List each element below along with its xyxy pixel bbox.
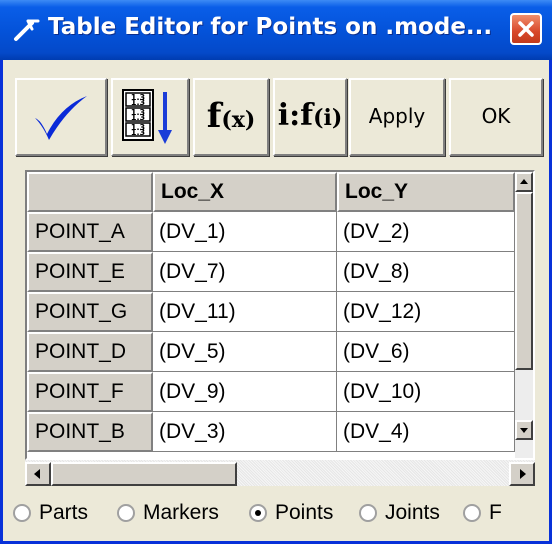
accept-button[interactable] [15, 78, 107, 156]
close-button[interactable] [510, 13, 542, 45]
scroll-left-button[interactable] [25, 462, 51, 486]
points-table[interactable]: Loc_X Loc_Y POINT_A (DV_1) (DV_2) POINT_… [25, 170, 535, 460]
checkmark-icon [35, 96, 87, 140]
function-button-label: f(x) [206, 96, 256, 136]
scroll-right-button[interactable] [509, 462, 535, 486]
table-editor-window: Table Editor for Points on .mode... 1.3 … [0, 0, 552, 544]
table-row: POINT_E (DV_7) (DV_8) [27, 252, 515, 292]
radio-label: Parts [39, 501, 89, 524]
arrow-left-icon [34, 469, 40, 479]
title-bar[interactable]: Table Editor for Points on .mode... [0, 0, 552, 60]
table-row: POINT_A (DV_1) (DV_2) [27, 212, 515, 252]
arrow-right-icon [520, 469, 526, 479]
loc-y-cell[interactable]: (DV_2) [337, 212, 515, 252]
column-header-loc-x[interactable]: Loc_X [153, 172, 337, 212]
radio-label: Points [275, 501, 334, 524]
index-function-button[interactable]: i:f(i) [273, 78, 347, 156]
loc-y-cell[interactable]: (DV_6) [337, 332, 515, 372]
row-header[interactable]: POINT_F [27, 372, 153, 412]
corner-header-cell[interactable] [27, 172, 153, 212]
radio-button[interactable] [359, 504, 377, 522]
apply-button[interactable]: Apply [349, 78, 445, 156]
horizontal-scroll-thumb[interactable] [51, 462, 237, 486]
close-icon [518, 21, 534, 37]
loc-x-cell[interactable]: (DV_11) [153, 292, 337, 332]
table-row: POINT_D (DV_5) (DV_6) [27, 332, 515, 372]
scroll-up-button[interactable] [515, 172, 533, 192]
table-row: POINT_G (DV_11) (DV_12) [27, 292, 515, 332]
window-title: Table Editor for Points on .mode... [48, 14, 493, 40]
row-header[interactable]: POINT_E [27, 252, 153, 292]
loc-x-cell[interactable]: (DV_5) [153, 332, 337, 372]
loc-y-cell[interactable]: (DV_8) [337, 252, 515, 292]
svg-text:1.3: 1.3 [131, 98, 145, 107]
horizontal-scrollbar[interactable] [25, 460, 535, 486]
loc-x-cell[interactable]: (DV_9) [153, 372, 337, 412]
table-row: POINT_B (DV_3) (DV_4) [27, 412, 515, 452]
ok-button-label: OK [481, 104, 511, 128]
index-function-button-label: i:f(i) [277, 98, 343, 133]
apply-button-label: Apply [368, 104, 426, 128]
scroll-down-button[interactable] [515, 420, 533, 440]
loc-x-cell[interactable]: (DV_7) [153, 252, 337, 292]
radio-button[interactable] [463, 504, 481, 522]
tool-icon [14, 19, 40, 41]
radio-label: Markers [143, 501, 219, 524]
function-button[interactable]: f(x) [193, 78, 269, 156]
row-header[interactable]: POINT_D [27, 332, 153, 372]
table-row: POINT_F (DV_9) (DV_10) [27, 372, 515, 412]
radio-button[interactable] [117, 504, 135, 522]
column-header-loc-y[interactable]: Loc_Y [337, 172, 515, 212]
vertical-scrollbar[interactable] [515, 172, 533, 458]
radio-label: F [489, 501, 502, 524]
svg-text:1.3: 1.3 [131, 128, 145, 137]
radio-button[interactable] [13, 504, 31, 522]
loc-y-cell[interactable]: (DV_10) [337, 372, 515, 412]
svg-text:1.3: 1.3 [131, 113, 145, 122]
radio-label: Joints [385, 501, 440, 524]
loc-y-cell[interactable]: (DV_4) [337, 412, 515, 452]
loc-y-cell[interactable]: (DV_12) [337, 292, 515, 332]
row-header[interactable]: POINT_B [27, 412, 153, 452]
sort-button[interactable]: 1.3 1.3 1.3 1.3 1.3 1.3 [111, 78, 189, 156]
arrow-up-icon [520, 179, 528, 184]
column-sort-icon: 1.3 1.3 1.3 1.3 1.3 1.3 [122, 89, 172, 144]
arrow-down-icon [520, 428, 528, 433]
row-header[interactable]: POINT_A [27, 212, 153, 252]
radio-button-selected[interactable] [249, 504, 267, 522]
loc-x-cell[interactable]: (DV_1) [153, 212, 337, 252]
loc-x-cell[interactable]: (DV_3) [153, 412, 337, 452]
vertical-scroll-thumb[interactable] [515, 192, 533, 370]
table-header-row: Loc_X Loc_Y [27, 172, 515, 212]
ok-button[interactable]: OK [449, 78, 543, 156]
row-header[interactable]: POINT_G [27, 292, 153, 332]
